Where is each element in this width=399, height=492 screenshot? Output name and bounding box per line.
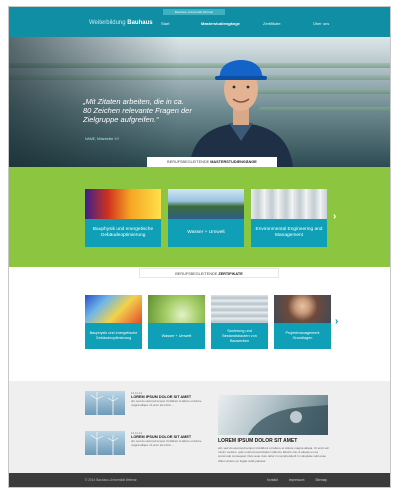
copyright: © 2014 Bauhaus-Universität Weimar xyxy=(85,478,137,482)
masters-section-label: BERUFSBEGLEITENDE MASTERSTUDIENGÄNGE xyxy=(147,157,277,167)
tile-caption: Environmental Engineering and Management xyxy=(251,219,327,247)
person-portrait-image xyxy=(274,295,331,323)
news-text: elit, sed do eiusmod tempor incididunt u… xyxy=(131,399,202,407)
university-link[interactable]: Bauhaus-Universität Weimar xyxy=(163,9,225,15)
masters-tile-building-physics[interactable]: Bauphysik und energetische Gebäudeoptimi… xyxy=(85,189,161,247)
tile-caption: Wasser + Umwelt xyxy=(148,323,205,349)
footer-links: Kontakt Impressum Sitemap xyxy=(267,478,337,482)
chevron-right-icon[interactable]: › xyxy=(333,211,336,222)
footer-link-contact[interactable]: Kontakt xyxy=(267,478,278,482)
footer-link-sitemap[interactable]: Sitemap xyxy=(315,478,327,482)
footer-link-imprint[interactable]: Impressum xyxy=(289,478,305,482)
footer: © 2014 Bauhaus-Universität Weimar Kontak… xyxy=(9,473,390,487)
masters-tile-water[interactable]: Wasser + Umwelt xyxy=(168,189,244,247)
wind-turbine-thumbnail[interactable] xyxy=(85,431,125,455)
worker-photo xyxy=(189,60,293,167)
lake-image xyxy=(168,189,244,219)
featured-news-text: elit, sed do eiusmod tempor incididunt u… xyxy=(218,446,329,463)
pipes-image xyxy=(251,189,327,219)
certificate-tile-renovation[interactable]: Sanierung und Bestandsbauten von Bauwerk… xyxy=(211,295,268,349)
certificates-label-prefix: BERUFSBEGLEITENDE xyxy=(175,272,218,276)
masters-label-bold: MASTERSTUDIENGÄNGE xyxy=(210,160,257,164)
tile-caption: Bauphysik und energetische Gebäudeoptimi… xyxy=(85,219,161,247)
certificates-section-label: BERUFSBEGLEITENDE ZERTIFIKATE xyxy=(139,268,279,278)
thermal-image xyxy=(85,189,161,219)
featured-news-title[interactable]: LOREM IPSUM DOLOR SIT AMET xyxy=(218,438,297,444)
header-bar: Bauhaus-Universität Weimar Weiterbildung… xyxy=(9,7,390,37)
hero-banner: „Mit Zitaten arbeiten, die in ca. 80 Zei… xyxy=(9,37,390,167)
news-section: 12.12.14 LOREM IPSUM DOLOR SIT AMET elit… xyxy=(9,381,390,473)
nav-item-certificates[interactable]: Zertifikate xyxy=(263,21,281,26)
featured-news-image[interactable] xyxy=(218,395,328,435)
nav-item-about[interactable]: Über uns xyxy=(313,21,329,26)
simulation-image xyxy=(85,295,142,323)
certificate-tile-project-management[interactable]: Projektmanagement Grundlagen xyxy=(274,295,331,349)
tile-caption: Wasser + Umwelt xyxy=(168,219,244,247)
page: Bauhaus-Universität Weimar Weiterbildung… xyxy=(0,0,399,492)
hero-quote-source: NAME, Mitarbeiter XY xyxy=(85,137,120,141)
certificates-label-bold: ZERTIFIKATE xyxy=(218,272,243,276)
website-frame: Bauhaus-Universität Weimar Weiterbildung… xyxy=(8,6,391,488)
news-text: elit, sed do eiusmod tempor incididunt u… xyxy=(131,439,202,447)
masters-tile-environmental[interactable]: Environmental Engineering and Management xyxy=(251,189,327,247)
nav-item-masters[interactable]: Masterstudiengänge xyxy=(201,21,240,26)
logo-main: Bauhaus xyxy=(127,20,153,26)
tile-caption: Sanierung und Bestandsbauten von Bauwerk… xyxy=(211,323,268,349)
masters-label-prefix: BERUFSBEGLEITENDE xyxy=(167,160,210,164)
building-facade-image xyxy=(211,295,268,323)
certificate-tile-building-physics[interactable]: Bauphysik und energetische Gebäudeoptimi… xyxy=(85,295,142,349)
logo[interactable]: Weiterbildung Bauhaus xyxy=(89,20,153,26)
hero-quote: „Mit Zitaten arbeiten, die in ca. 80 Zei… xyxy=(83,97,192,124)
nav-item-start[interactable]: Start xyxy=(161,21,169,26)
tile-caption: Projektmanagement Grundlagen xyxy=(274,323,331,349)
water-drop-image xyxy=(148,295,205,323)
masters-section: Bauphysik und energetische Gebäudeoptimi… xyxy=(9,167,390,267)
tile-caption: Bauphysik und energetische Gebäudeoptimi… xyxy=(85,323,142,349)
logo-prefix: Weiterbildung xyxy=(89,20,126,26)
chevron-right-icon[interactable]: › xyxy=(335,316,338,327)
wind-turbine-thumbnail[interactable] xyxy=(85,391,125,415)
certificate-tile-water[interactable]: Wasser + Umwelt xyxy=(148,295,205,349)
